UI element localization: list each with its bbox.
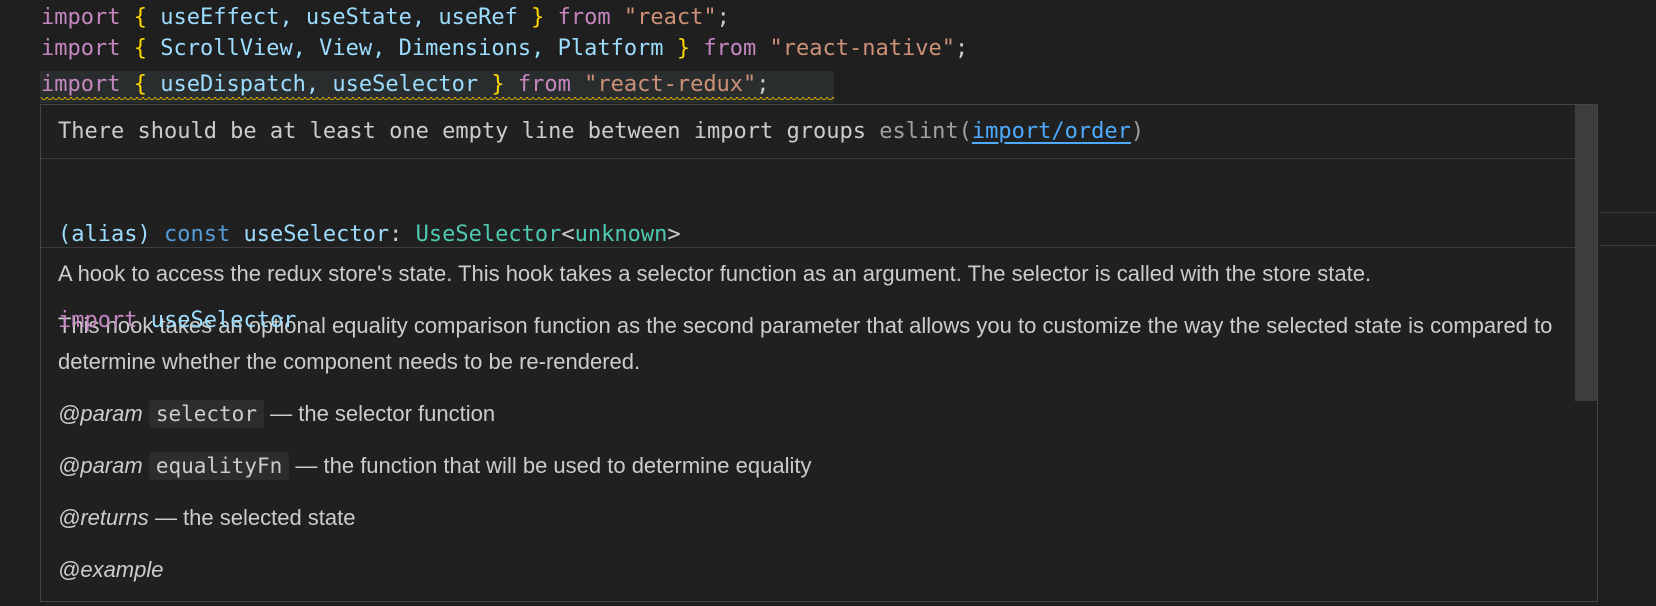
returns-line: @returns — the selected state — [58, 500, 1557, 536]
import-line: import useSelector — [58, 303, 1597, 339]
param-name: selector — [148, 400, 264, 428]
returns-desc: — the selected state — [154, 505, 356, 530]
diagnostic-source: eslint( — [879, 119, 972, 144]
keyword-from: from — [557, 5, 611, 30]
keyword-import: import — [41, 72, 121, 97]
param-tag: @param — [58, 453, 143, 478]
signature-block: (alias) const useSelector: UseSelector<u… — [41, 159, 1597, 333]
hover-tooltip[interactable]: There should be at least one empty line … — [40, 104, 1598, 602]
code-editor[interactable]: import { useEffect, useState, useRef } f… — [0, 0, 1656, 606]
semicolon: ; — [716, 5, 730, 30]
diagnostic-text: There should be at least one empty line … — [58, 119, 866, 144]
hover-scrollbar[interactable] — [1575, 105, 1597, 401]
warning-squiggle[interactable] — [41, 97, 834, 102]
param-desc: — the selector function — [270, 401, 496, 426]
param-selector: @param selector — the selector function — [58, 396, 1557, 432]
imported-names: useDispatch, useSelector — [160, 72, 479, 97]
const-keyword: const — [163, 222, 231, 247]
module-string: "react-native" — [769, 36, 955, 61]
diagnostic-source-close: ) — [1130, 119, 1145, 144]
close-brace: } — [676, 36, 691, 61]
param-name: equalityFn — [148, 452, 290, 480]
angle-close: > — [667, 222, 681, 247]
imported-names: useEffect, useState, useRef — [160, 5, 518, 30]
rule-link[interactable]: import/order — [972, 119, 1131, 144]
example-line: @example — [58, 552, 1557, 588]
keyword-from: from — [703, 36, 757, 61]
keyword-from: from — [517, 72, 571, 97]
open-brace: { — [133, 36, 147, 61]
signature-line: (alias) const useSelector: UseSelector<u… — [58, 217, 1597, 253]
code-line-2[interactable]: import { ScrollView, View, Dimensions, P… — [41, 31, 968, 67]
close-brace: } — [491, 72, 505, 97]
angle-open: < — [561, 222, 575, 247]
param-equalityfn: @param equalityFn — the function that wi… — [58, 448, 1557, 484]
param-tag: @param — [58, 401, 143, 426]
symbol-name: useSelector — [243, 222, 390, 247]
colon: : — [389, 222, 403, 247]
module-string: "react-redux" — [584, 72, 757, 97]
type-argument: unknown — [574, 222, 668, 247]
type-name: UseSelector — [415, 222, 562, 247]
diagnostic-message: There should be at least one empty line … — [41, 105, 1597, 159]
semicolon: ; — [954, 36, 969, 61]
import-keyword: import — [58, 308, 138, 333]
open-brace: { — [133, 72, 147, 97]
keyword-import: import — [41, 36, 121, 61]
module-string: "react" — [623, 5, 717, 30]
open-brace: { — [133, 5, 147, 30]
keyword-import: import — [41, 5, 121, 30]
example-tag: @example — [58, 557, 164, 582]
semicolon: ; — [756, 72, 770, 97]
alias-label: (alias) — [58, 222, 151, 247]
import-symbol: useSelector — [150, 308, 297, 333]
returns-tag: @returns — [58, 505, 149, 530]
imported-names: ScrollView, View, Dimensions, Platform — [160, 36, 664, 61]
background-divider — [1600, 212, 1656, 246]
close-brace: } — [531, 5, 545, 30]
param-desc: — the function that will be used to dete… — [295, 453, 812, 478]
